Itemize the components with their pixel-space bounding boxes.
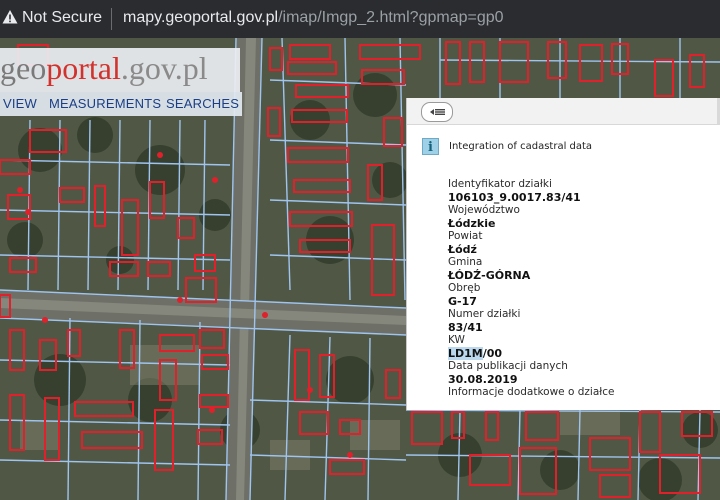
- top-menu: VIEW MEASUREMENTS SEARCHES: [0, 92, 242, 116]
- menu-view[interactable]: VIEW: [3, 96, 37, 111]
- attr-value: G-17: [448, 295, 477, 308]
- info-panel: i Integration of cadastral data Identyfi…: [406, 98, 720, 410]
- security-status-label[interactable]: Not Secure: [22, 9, 102, 27]
- attr-value: 83/41: [448, 321, 483, 334]
- panel-toggle-icon: [430, 109, 445, 115]
- attr-label: Obręb: [448, 282, 481, 294]
- logo-part-domain: .gov.pl: [120, 50, 208, 86]
- attr-value: 30.08.2019: [448, 373, 518, 386]
- url-field[interactable]: mapy.geoportal.gov.pl/imap/Imgp_2.html?g…: [123, 9, 504, 27]
- url-path: /imap/Imgp_2.html?gpmap=gp0: [278, 9, 504, 26]
- address-separator: [111, 8, 112, 30]
- geoportal-logo[interactable]: geoportal.gov.pl: [0, 50, 208, 87]
- attr-value: Łódzkie: [448, 217, 496, 230]
- attr-label: Numer działki: [448, 308, 521, 320]
- menu-measurements[interactable]: MEASUREMENTS: [49, 96, 161, 111]
- attr-value: Łódź: [448, 243, 477, 256]
- attr-value: ŁÓDŹ-GÓRNA: [448, 269, 531, 282]
- redaction-box: [504, 347, 573, 361]
- warning-icon: [2, 10, 18, 24]
- attr-label: Powiat: [448, 230, 483, 242]
- browser-address-bar: Not Secure mapy.geoportal.gov.pl/imap/Im…: [0, 0, 720, 38]
- kw-rest: /00: [482, 347, 503, 360]
- parcel-attributes: Identyfikator działki 106103_9.0017.83/4…: [448, 178, 718, 399]
- panel-toolbar: [407, 98, 720, 125]
- attr-label: Informacje dodatkowe o działce: [448, 386, 615, 398]
- attr-label: Województwo: [448, 204, 520, 216]
- kw-highlight: LD1M: [448, 347, 483, 360]
- attr-label: Data publikacji danych: [448, 360, 568, 372]
- logo-part-geo: geo: [0, 50, 47, 86]
- url-host: mapy.geoportal.gov.pl: [123, 9, 279, 26]
- attr-label: KW: [448, 334, 465, 346]
- attr-label: Gmina: [448, 256, 483, 268]
- logo-part-portal: portal: [46, 50, 121, 86]
- info-icon: i: [422, 138, 439, 155]
- panel-title: Integration of cadastral data: [449, 141, 593, 152]
- attr-value: 106103_9.0017.83/41: [448, 191, 581, 204]
- attr-value-kw[interactable]: LD1M/00: [448, 347, 718, 361]
- attr-label: Identyfikator działki: [448, 178, 552, 190]
- collapse-panel-button[interactable]: [421, 102, 453, 122]
- menu-searches[interactable]: SEARCHES: [166, 96, 239, 111]
